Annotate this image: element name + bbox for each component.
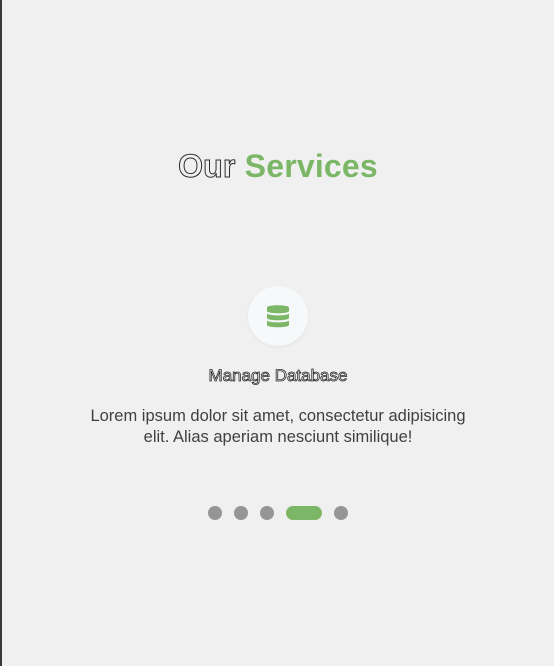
section-title: Our Services — [2, 146, 554, 186]
carousel-dot-4-active[interactable] — [286, 506, 322, 520]
service-title: Manage Database — [208, 366, 348, 386]
carousel-dot-5[interactable] — [334, 506, 348, 520]
services-section: Our Services Manage Database Lorem ipsum… — [2, 0, 554, 666]
carousel-dot-1[interactable] — [208, 506, 222, 520]
section-title-our: Our — [178, 148, 236, 185]
carousel-dots — [2, 506, 554, 520]
carousel-dot-2[interactable] — [234, 506, 248, 520]
section-title-services: Services — [244, 148, 378, 184]
carousel-dot-3[interactable] — [260, 506, 274, 520]
service-icon-circle — [248, 286, 308, 346]
database-icon — [267, 305, 289, 328]
service-description: Lorem ipsum dolor sit amet, consectetur … — [90, 407, 466, 446]
